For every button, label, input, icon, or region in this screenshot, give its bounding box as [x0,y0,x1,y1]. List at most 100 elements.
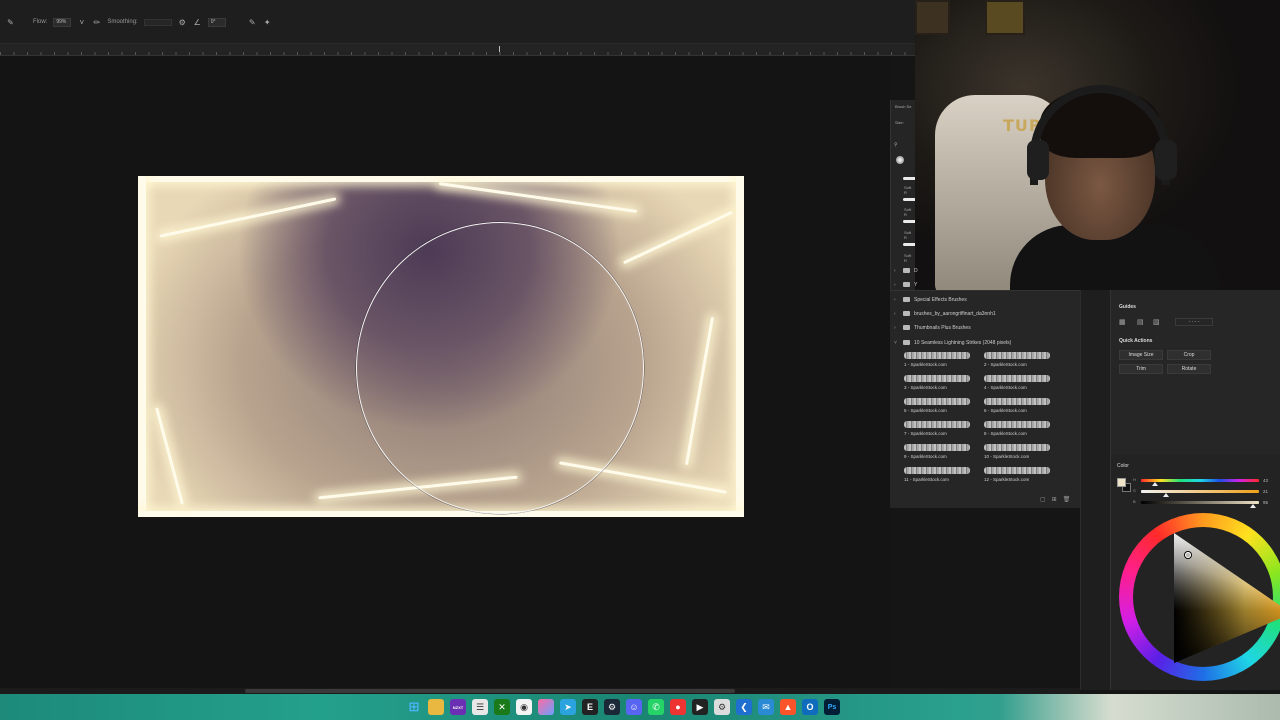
search-icon[interactable]: ⚲ [894,142,900,148]
rotate-button[interactable]: Rotate [1167,364,1211,374]
brush-stroke-preview[interactable] [903,198,915,201]
brush-tool-icon[interactable]: ✎ [6,18,15,27]
brush-thumbnail [984,444,1050,451]
trim-button[interactable]: Trim [1119,364,1163,374]
brush-preset[interactable]: 10 - SparkleStock.com [982,443,1062,462]
saturation-slider-knob[interactable] [1162,493,1169,497]
brush-stroke-preview[interactable] [903,177,915,180]
notepad-icon[interactable]: ☰ [472,699,488,715]
mail-icon[interactable]: ✉ [758,699,774,715]
brightness-slider-knob[interactable] [1250,504,1257,508]
brightness-slider[interactable] [1141,501,1259,504]
brush-name: 8 - SparkleStock.com [984,431,1027,436]
flow-input[interactable]: 99% [53,17,72,27]
folder-label: 10 Seamless Lightning Strikes (2048 pixe… [914,339,1012,346]
nzxt-icon[interactable]: NZXT [450,699,466,715]
brush-folder[interactable]: › Y [894,279,917,290]
brush-folder[interactable]: › Thumbnails Plus Brushes [894,322,971,333]
caret-down-icon[interactable]: ˅ [894,340,899,346]
brush-preset[interactable]: 8 - SparkleStock.com [982,420,1062,439]
symmetry-icon[interactable]: ✦ [263,18,272,27]
file-explorer-icon[interactable] [428,699,444,715]
gear-icon[interactable]: ⚙ [178,18,187,27]
caret-right-icon[interactable]: › [894,268,899,274]
epic-icon[interactable]: E [582,699,598,715]
hue-wheel[interactable] [1119,513,1280,681]
brush-preset[interactable]: 9 - SparkleStock.com [902,443,982,462]
brush-preset[interactable]: 11 - SparkleStock.com [902,466,982,485]
pressure-opacity-icon[interactable]: ✎ [248,18,257,27]
brightness-value[interactable]: 95 [1263,500,1268,505]
new-brush-icon[interactable]: ⊞ [1052,496,1057,503]
whatsapp-icon[interactable]: ✆ [648,699,664,715]
brave-icon[interactable]: ▲ [780,699,796,715]
lightning-stroke [138,176,744,182]
lightning-stroke [138,511,744,517]
brush-folder[interactable]: › D [894,265,918,276]
angle-input[interactable]: 0° [207,17,226,27]
brush-stroke-preview[interactable] [903,243,915,246]
headphones [1030,85,1170,185]
options-bar: ✎ Flow: 99% ˅ ✏ Smoothing: ⚙ ∠ 0° ✎ ✦ [0,0,915,44]
steam-icon[interactable]: ⚙ [604,699,620,715]
brush-folder[interactable]: ˅ 10 Seamless Lightning Strikes (2048 pi… [894,337,1011,348]
brush-folder[interactable]: › Special Effects Brushes [894,294,967,305]
settings-icon[interactable]: ⚙ [714,699,730,715]
hue-value[interactable]: 43 [1263,478,1268,483]
brush-preset[interactable]: 7 - SparkleStock.com [902,420,982,439]
discord-icon[interactable]: ☺ [626,699,642,715]
chevron-down-icon[interactable]: ˅ [77,18,86,27]
browser-icon[interactable]: ● [670,699,686,715]
brush-preset[interactable]: 3 - SparkleStock.com [902,374,982,393]
photos-icon[interactable] [538,699,554,715]
brush-preset[interactable]: 4 - SparkleStock.com [982,374,1062,393]
image-size-button[interactable]: Image Size [1119,350,1163,360]
brush-preset-label: Soft R [904,207,912,217]
guide-new-icon[interactable]: ▧ [1153,318,1162,327]
new-group-icon[interactable]: ▢ [1040,496,1046,503]
caret-right-icon[interactable]: › [894,325,899,331]
brush-preset[interactable]: 1 - SparkleStock.com [902,351,982,370]
trash-icon[interactable]: 🗑 [1063,496,1071,503]
saturation-slider[interactable] [1141,490,1259,493]
foreground-color-swatch[interactable] [1117,478,1126,487]
folder-icon [903,297,910,302]
photoshop-icon[interactable]: Ps [824,699,840,715]
brush-preset[interactable]: 2 - SparkleStock.com [982,351,1062,370]
crop-button[interactable]: Crop [1167,350,1211,360]
brush-folder[interactable]: › brushes_by_aarongriffinart_da3nnh1 [894,308,996,319]
saturation-value[interactable]: 21 [1263,489,1268,494]
telegram-icon[interactable]: ➤ [560,699,576,715]
ruler-cursor-mark [499,46,500,52]
brush-preset-label: Soft R [904,185,912,195]
brush-stroke-preview[interactable] [903,220,915,223]
scrollbar-thumb[interactable] [245,689,735,693]
caret-right-icon[interactable]: › [894,297,899,303]
grid-icon[interactable]: ▦ [1119,318,1128,327]
chrome-icon[interactable]: ◉ [516,699,532,715]
brush-preset[interactable]: 5 - SparkleStock.com [902,397,982,416]
vscode-icon[interactable]: ❮ [736,699,752,715]
color-picker-marker[interactable] [1185,552,1191,558]
panel-footer: ▢ ⊞ 🗑 [1040,496,1070,503]
panel-title: Brush Se [895,104,912,109]
airbrush-icon[interactable]: ✏ [92,18,101,27]
xbox-icon[interactable]: ✕ [494,699,510,715]
guide-layout-icon[interactable]: ▤ [1137,318,1146,327]
brush-thumbnail [904,421,970,428]
brush-preset[interactable]: 6 - SparkleStock.com [982,397,1062,416]
smoothing-slider[interactable] [143,18,172,26]
windows-icon[interactable]: ⊞ [406,699,422,715]
hue-slider-knob[interactable] [1152,482,1159,486]
caret-right-icon[interactable]: › [894,311,899,317]
guides-dropdown[interactable]: - - - - [1175,318,1213,326]
lightning-stroke [622,210,734,265]
outlook-icon[interactable]: O [802,699,818,715]
hue-slider-label: H [1133,477,1136,482]
brush-preset[interactable]: 12 - SparkleStock.com [982,466,1062,485]
brush-preset-label: Soft R [904,253,912,263]
folder-label: Y [914,281,918,288]
hue-slider[interactable] [1141,479,1259,482]
caret-right-icon[interactable]: › [894,282,899,288]
media-icon[interactable]: ▶ [692,699,708,715]
